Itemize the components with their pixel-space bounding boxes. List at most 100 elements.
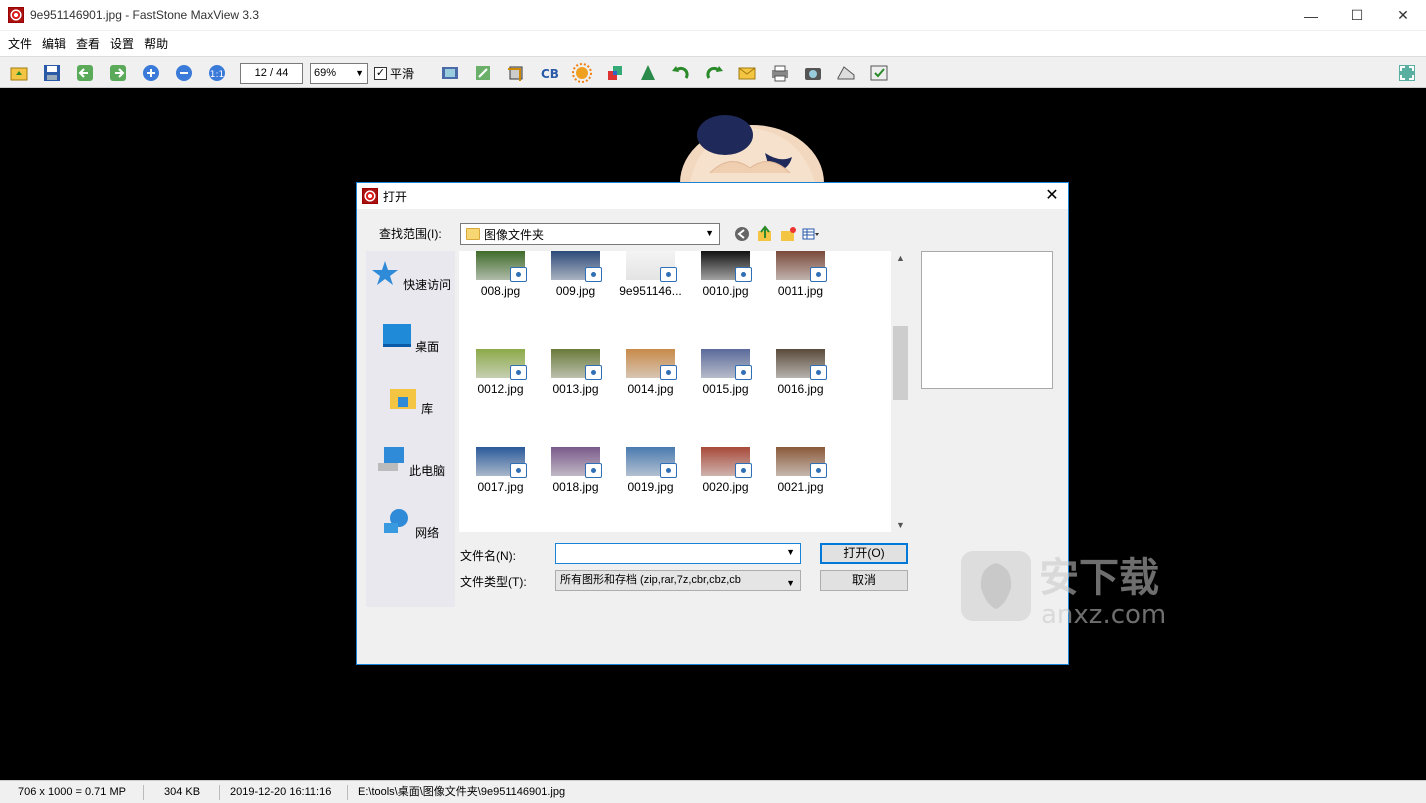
place-this-pc[interactable]: 此电脑 [366,445,455,479]
file-thumbnail-item[interactable]: 0014.jpg [613,349,688,396]
thumbnail-image [476,251,527,282]
print-icon[interactable] [770,63,790,83]
fullscreen-icon[interactable] [1397,63,1417,83]
screenshot-icon[interactable] [803,63,823,83]
open-button[interactable]: 打开(O) [820,543,908,564]
up-folder-icon[interactable] [756,225,774,243]
preview-pane [921,251,1053,389]
star-icon [371,261,398,285]
viewer-eye-icon [585,463,602,478]
place-desktop[interactable]: 桌面 [366,321,455,355]
file-thumbnail-item[interactable]: 0013.jpg [538,349,613,396]
menu-file[interactable]: 文件 [4,35,36,52]
file-thumbnail-item[interactable]: 008.jpg [463,251,538,298]
new-folder-icon[interactable] [779,225,797,243]
zoom-value: 69% [314,67,337,79]
network-globe-icon [383,509,408,533]
brightness-icon[interactable] [572,63,592,83]
filename-input[interactable]: ▼ [555,543,801,564]
chevron-down-icon: ▼ [705,228,714,238]
slideshow-icon[interactable] [440,63,460,83]
place-network[interactable]: 网络 [366,507,455,541]
crop-icon[interactable] [506,63,526,83]
file-thumbnail-item[interactable]: 0020.jpg [688,447,763,494]
open-folder-icon[interactable] [9,63,29,83]
scroll-down-icon[interactable]: ▼ [892,520,909,530]
back-icon[interactable] [733,225,751,243]
page-counter[interactable]: 12 / 44 [240,63,303,84]
filetype-value: 所有图形和存档 (zip,rar,7z,cbr,cbz,cb [560,574,741,586]
smooth-toggle[interactable]: ✓ 平滑 [374,65,414,82]
file-thumbnail-item[interactable]: 0011.jpg [763,251,838,298]
thumbnail-image [551,349,602,380]
file-thumbnail-item[interactable]: 0018.jpg [538,447,613,494]
file-name-label: 0019.jpg [627,480,674,494]
menu-view[interactable]: 查看 [72,35,104,52]
viewer-eye-icon [585,365,602,380]
folder-icon [466,228,480,240]
file-name-label: 009.jpg [555,284,596,298]
maximize-button[interactable]: ☐ [1334,0,1380,31]
scrollbar-thumb[interactable] [893,326,908,400]
email-icon[interactable] [737,63,757,83]
file-thumbnail-item[interactable]: 009.jpg [538,251,613,298]
sharpen-icon[interactable] [638,63,658,83]
view-menu-icon[interactable] [802,225,820,243]
menu-edit[interactable]: 编辑 [38,35,70,52]
close-button[interactable]: ✕ [1380,0,1426,31]
zoom-in-icon[interactable] [141,63,161,83]
zoom-select[interactable]: 69% ▼ [310,63,368,84]
place-quick-access[interactable]: 快速访问 [366,259,455,293]
thumbnail-image [551,447,602,478]
smooth-label: 平滑 [390,67,415,81]
window-title: 9e951146901.jpg - FastStone MaxView 3.3 [30,8,260,22]
actual-size-icon[interactable]: 1:1 [207,63,227,83]
color-icon[interactable] [605,63,625,83]
places-bar: 快速访问 桌面 库 此电脑 网络 [366,251,455,607]
filetype-select[interactable]: 所有图形和存档 (zip,rar,7z,cbr,cbz,cb ▼ [555,570,801,591]
scanner-icon[interactable] [836,63,856,83]
minimize-button[interactable]: — [1288,0,1334,31]
rotate-right-icon[interactable] [704,63,724,83]
menu-help[interactable]: 帮助 [140,35,172,52]
chevron-down-icon: ▼ [784,574,795,590]
title-bar: 9e951146901.jpg - FastStone MaxView 3.3 … [0,0,1426,31]
thumbnail-image [701,251,752,282]
viewer-eye-icon [510,463,527,478]
scroll-up-icon[interactable]: ▲ [892,253,909,263]
file-thumbnail-item[interactable]: 0019.jpg [613,447,688,494]
file-thumbnail-item[interactable]: 9e951146... [613,251,688,298]
place-label: 此电脑 [409,464,446,478]
file-list[interactable]: 008.jpg 009.jpg 9e951146... 0010.jpg 0011.jp… [459,251,891,532]
file-name-label: 0012.jpg [477,382,524,396]
file-thumbnail-item[interactable]: 0012.jpg [463,349,538,396]
place-libraries[interactable]: 库 [366,383,455,417]
rotate-left-icon[interactable] [671,63,691,83]
file-thumbnail-item[interactable]: 0017.jpg [463,447,538,494]
menu-settings[interactable]: 设置 [106,35,138,52]
settings-check-icon[interactable] [869,63,889,83]
svg-text:CB: CB [541,67,559,81]
text-cb-icon[interactable]: CB [539,63,559,83]
zoom-out-icon[interactable] [174,63,194,83]
filename-label: 文件名(N): [460,549,516,563]
file-list-scrollbar[interactable]: ▲ ▼ [892,251,909,532]
file-name-label: 0011.jpg [777,284,824,298]
thumbnail-image [626,349,677,380]
viewer-eye-icon [810,365,827,380]
viewer-eye-icon [510,365,527,380]
file-thumbnail-item[interactable]: 0016.jpg [763,349,838,396]
resize-icon[interactable] [473,63,493,83]
cancel-button[interactable]: 取消 [820,570,908,591]
smooth-checkbox[interactable]: ✓ [374,67,387,80]
save-icon[interactable] [42,63,62,83]
dialog-close-button[interactable]: ✕ [1042,185,1062,205]
prev-image-icon[interactable] [75,63,95,83]
viewer-eye-icon [735,463,752,478]
lookin-combo[interactable]: 图像文件夹 ▼ [460,223,720,245]
lookin-value: 图像文件夹 [484,227,545,242]
file-thumbnail-item[interactable]: 0021.jpg [763,447,838,494]
file-thumbnail-item[interactable]: 0015.jpg [688,349,763,396]
file-thumbnail-item[interactable]: 0010.jpg [688,251,763,298]
next-image-icon[interactable] [108,63,128,83]
